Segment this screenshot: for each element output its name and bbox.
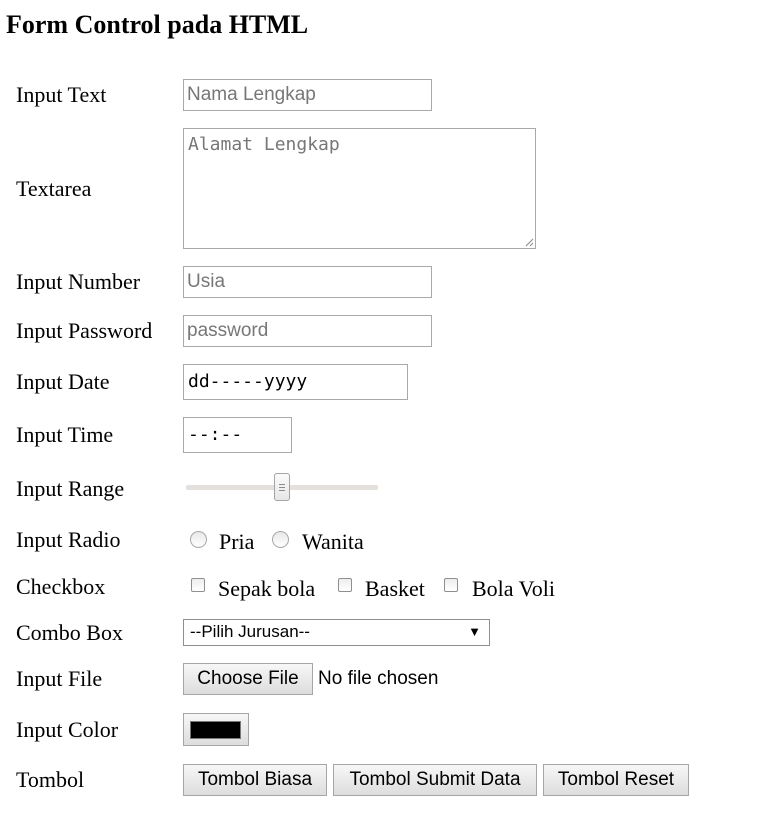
label-input-password: Input Password [16,318,153,343]
name-input[interactable]: Nama Lengkap [183,79,432,111]
label-input-text: Input Text [16,82,107,107]
checkbox-sepak-bola[interactable] [191,578,205,592]
name-input-placeholder: Nama Lengkap [187,84,316,105]
radio-pria-label: Pria [219,529,255,554]
resize-grip-icon[interactable] [525,238,534,247]
label-textarea: Textarea [16,176,92,201]
checkbox-sepak-bola-label: Sepak bola [218,576,316,601]
chevron-down-icon: ▼ [468,624,481,639]
major-select-value: --Pilih Jurusan-- [190,622,310,641]
choose-file-button[interactable]: Choose File [183,663,313,695]
label-input-color: Input Color [16,717,119,742]
submit-button[interactable]: Tombol Submit Data [333,764,537,796]
tombol-biasa-button[interactable]: Tombol Biasa [183,764,327,796]
label-input-date: Input Date [16,369,110,394]
time-input[interactable]: --:-- [183,417,292,453]
color-picker[interactable] [183,713,249,746]
date-input[interactable]: dd-----yyyy [183,364,408,400]
age-input[interactable]: Usia [183,266,432,298]
label-input-time: Input Time [16,422,114,447]
checkbox-bola-voli-label: Bola Voli [472,576,555,601]
checkbox-basket-label: Basket [365,576,425,601]
reset-button[interactable]: Tombol Reset [543,764,689,796]
radio-pria[interactable] [190,531,207,548]
label-checkbox: Checkbox [16,574,106,599]
time-input-value: --:-- [188,424,243,445]
date-input-value: dd-----yyyy [188,371,308,392]
major-select[interactable]: --Pilih Jurusan-- ▼ [183,619,490,646]
checkbox-basket[interactable] [338,578,352,592]
age-input-placeholder: Usia [187,271,226,292]
password-input[interactable]: password [183,315,432,347]
color-swatch [190,721,241,739]
label-input-range: Input Range [16,476,125,501]
radio-wanita[interactable] [272,531,289,548]
file-status-text: No file chosen [318,668,439,689]
page-title: Form Control pada HTML [6,10,309,39]
checkbox-bola-voli[interactable] [444,578,458,592]
label-input-radio: Input Radio [16,527,121,552]
label-input-file: Input File [16,666,103,691]
label-combo-box: Combo Box [16,620,123,645]
label-tombol: Tombol [16,767,85,792]
radio-wanita-label: Wanita [302,529,364,554]
range-thumb[interactable] [274,473,290,501]
address-textarea-placeholder: Alamat Lengkap [188,134,340,155]
label-input-number: Input Number [16,269,141,294]
address-textarea[interactable]: Alamat Lengkap [183,128,536,249]
password-input-placeholder: password [187,320,269,341]
